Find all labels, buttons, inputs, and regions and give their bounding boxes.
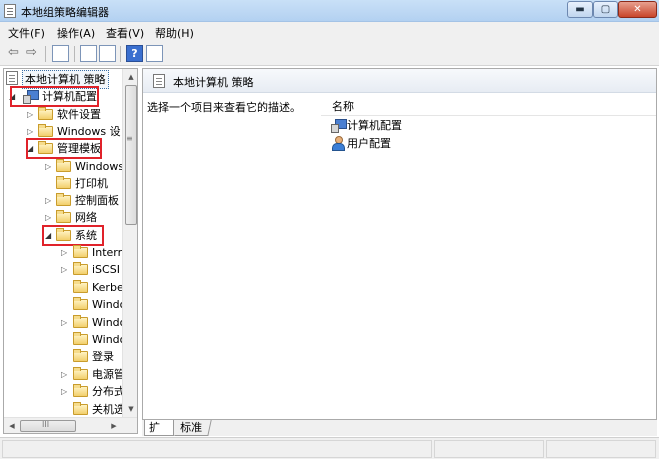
menu-help[interactable]: 帮助(H) [155, 25, 194, 41]
expand-icon[interactable]: ▷ [45, 158, 51, 175]
list-item-label: 用户配置 [347, 137, 391, 150]
expand-icon[interactable]: ▷ [45, 192, 51, 209]
status-bar [0, 437, 659, 459]
window-title: 本地组策略编辑器 [21, 6, 109, 19]
user-icon [331, 136, 345, 151]
details-header: 本地计算机 策略 [143, 69, 656, 93]
folder-icon [73, 297, 88, 311]
properties-icon[interactable] [80, 45, 97, 62]
tree-label: 电源管 [92, 367, 125, 381]
column-label: 名称 [332, 100, 354, 113]
title-bar: 本地组策略编辑器 ▬ ▢ ✕ [0, 0, 659, 22]
status-cell [546, 440, 656, 458]
scroll-right-icon[interactable]: ▶ [106, 418, 122, 433]
folder-icon [73, 245, 88, 258]
folder-icon [73, 349, 88, 363]
menu-view[interactable]: 查看(V) [106, 25, 144, 41]
folder-icon [73, 314, 88, 328]
tree-pane[interactable]: 本地计算机 策略 ◢ 计算机配置 ▷ 软件设置 ▷ Windows 设 ◢ 管理… [3, 68, 138, 434]
expand-icon[interactable]: ▷ [61, 244, 67, 261]
toolbar-separator [74, 46, 75, 62]
menu-bar: 文件(F) 操作(A) 查看(V) 帮助(H) [0, 22, 659, 42]
tab-extended[interactable]: 扩展 [144, 420, 174, 449]
tree-label: 分布式 [92, 385, 125, 399]
tree-label: 软件设置 [57, 108, 101, 121]
tree-label: Kerbe [92, 280, 124, 294]
expand-icon[interactable]: ▷ [61, 366, 67, 383]
scroll-thumb[interactable] [125, 85, 137, 225]
tree-label: 关机选 [92, 402, 125, 416]
computer-icon [331, 119, 347, 133]
column-header-name[interactable]: 名称 [321, 95, 656, 116]
folder-icon [73, 401, 88, 415]
folder-icon [73, 279, 88, 293]
description-text: 选择一个项目来查看它的描述。 [147, 101, 301, 114]
folder-icon [56, 193, 71, 206]
folder-icon [56, 176, 71, 189]
expand-icon[interactable]: ▷ [61, 314, 67, 331]
vertical-scrollbar[interactable]: ▲ ≡ ▼ [122, 69, 137, 417]
scroll-left-icon[interactable]: ◀ [4, 418, 20, 433]
tab-standard[interactable]: 标准 [174, 420, 212, 436]
tree-label: iSCSI [92, 263, 120, 277]
show-hide-tree-icon[interactable] [52, 45, 69, 62]
expand-icon[interactable]: ▷ [61, 261, 67, 278]
menu-file[interactable]: 文件(F) [8, 25, 45, 41]
menu-action[interactable]: 操作(A) [57, 25, 95, 41]
maximize-button[interactable]: ▢ [593, 1, 618, 18]
view-tabs: 扩展 标准 [142, 420, 657, 449]
expand-icon[interactable]: ▷ [27, 106, 33, 123]
folder-icon [56, 210, 71, 223]
folder-icon [73, 366, 88, 380]
help-icon[interactable]: ? [126, 45, 143, 62]
folder-icon [38, 107, 53, 120]
hscroll-grip-icon: III [42, 420, 50, 429]
tree-label: Windows [75, 160, 125, 173]
export-list-icon[interactable] [99, 45, 116, 62]
policy-doc-icon [6, 71, 18, 85]
expand-icon[interactable]: ▷ [45, 209, 51, 226]
policy-doc-icon [153, 74, 165, 88]
status-cell [434, 440, 544, 458]
tree-label: Intern [92, 246, 125, 259]
toolbar-separator [120, 46, 121, 62]
scroll-up-icon[interactable]: ▲ [123, 69, 137, 85]
folder-icon [56, 159, 71, 172]
tree-label: 打印机 [75, 177, 108, 190]
scroll-down-icon[interactable]: ▼ [123, 401, 137, 417]
filter-icon[interactable] [146, 45, 163, 62]
scroll-grip-icon: ≡ [126, 134, 133, 143]
toolbar: ⇦ ⇨ ? [0, 42, 659, 66]
highlight-box [42, 225, 104, 246]
folder-icon [73, 332, 88, 345]
list-item-label: 计算机配置 [347, 119, 402, 132]
close-button[interactable]: ✕ [618, 1, 657, 18]
highlight-box [26, 138, 102, 159]
highlight-box [10, 86, 99, 107]
app-icon [4, 4, 16, 18]
status-cell [2, 440, 432, 458]
back-icon[interactable]: ⇦ [5, 45, 22, 62]
toolbar-separator [45, 46, 46, 62]
details-title: 本地计算机 策略 [173, 76, 254, 89]
folder-icon [73, 384, 88, 398]
hscroll-thumb[interactable]: III [20, 420, 76, 432]
folder-icon [38, 124, 53, 137]
tab-label: 标准 [180, 421, 203, 434]
expand-icon[interactable]: ▷ [61, 383, 67, 400]
folder-icon [73, 262, 88, 276]
tree-label: 登录 [92, 350, 114, 364]
horizontal-scrollbar[interactable]: ◀ III ▶ [4, 417, 137, 433]
tree-label: 网络 [75, 211, 97, 224]
details-pane: 本地计算机 策略 选择一个项目来查看它的描述。 名称 计算机配置 用户配置 [142, 68, 657, 420]
tree-label: 控制面板 [75, 194, 119, 207]
forward-icon[interactable]: ⇨ [23, 45, 40, 62]
minimize-button[interactable]: ▬ [567, 1, 593, 18]
